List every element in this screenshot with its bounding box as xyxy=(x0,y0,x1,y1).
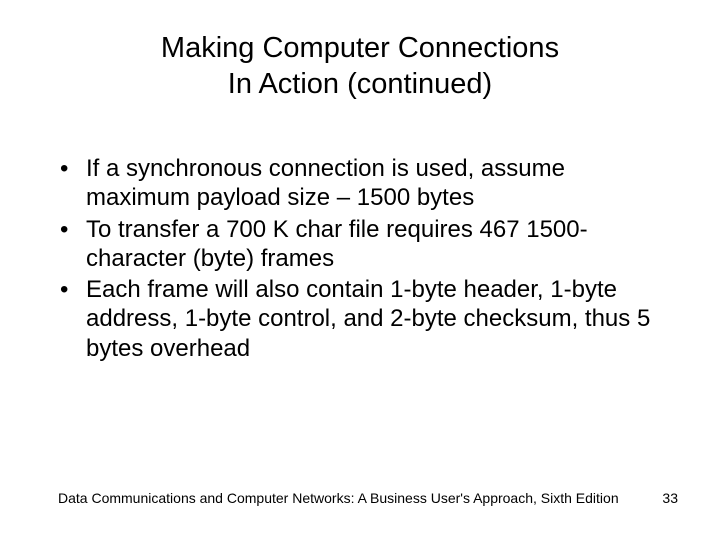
slide-body: If a synchronous connection is used, ass… xyxy=(58,154,668,365)
title-line-2: In Action (continued) xyxy=(228,68,492,100)
slide: Making Computer Connections In Action (c… xyxy=(0,0,720,540)
title-line-1: Making Computer Connections xyxy=(161,32,559,64)
footer-text: Data Communications and Computer Network… xyxy=(58,490,619,506)
bullet-text: To transfer a 700 K char file requires 4… xyxy=(86,216,588,272)
page-number: 33 xyxy=(662,490,678,506)
slide-title: Making Computer Connections In Action (c… xyxy=(0,30,720,103)
bullet-list: If a synchronous connection is used, ass… xyxy=(58,154,668,363)
bullet-text: Each frame will also contain 1-byte head… xyxy=(86,276,650,362)
bullet-text: If a synchronous connection is used, ass… xyxy=(86,155,565,211)
list-item: To transfer a 700 K char file requires 4… xyxy=(58,215,668,274)
list-item: If a synchronous connection is used, ass… xyxy=(58,154,668,213)
list-item: Each frame will also contain 1-byte head… xyxy=(58,275,668,363)
